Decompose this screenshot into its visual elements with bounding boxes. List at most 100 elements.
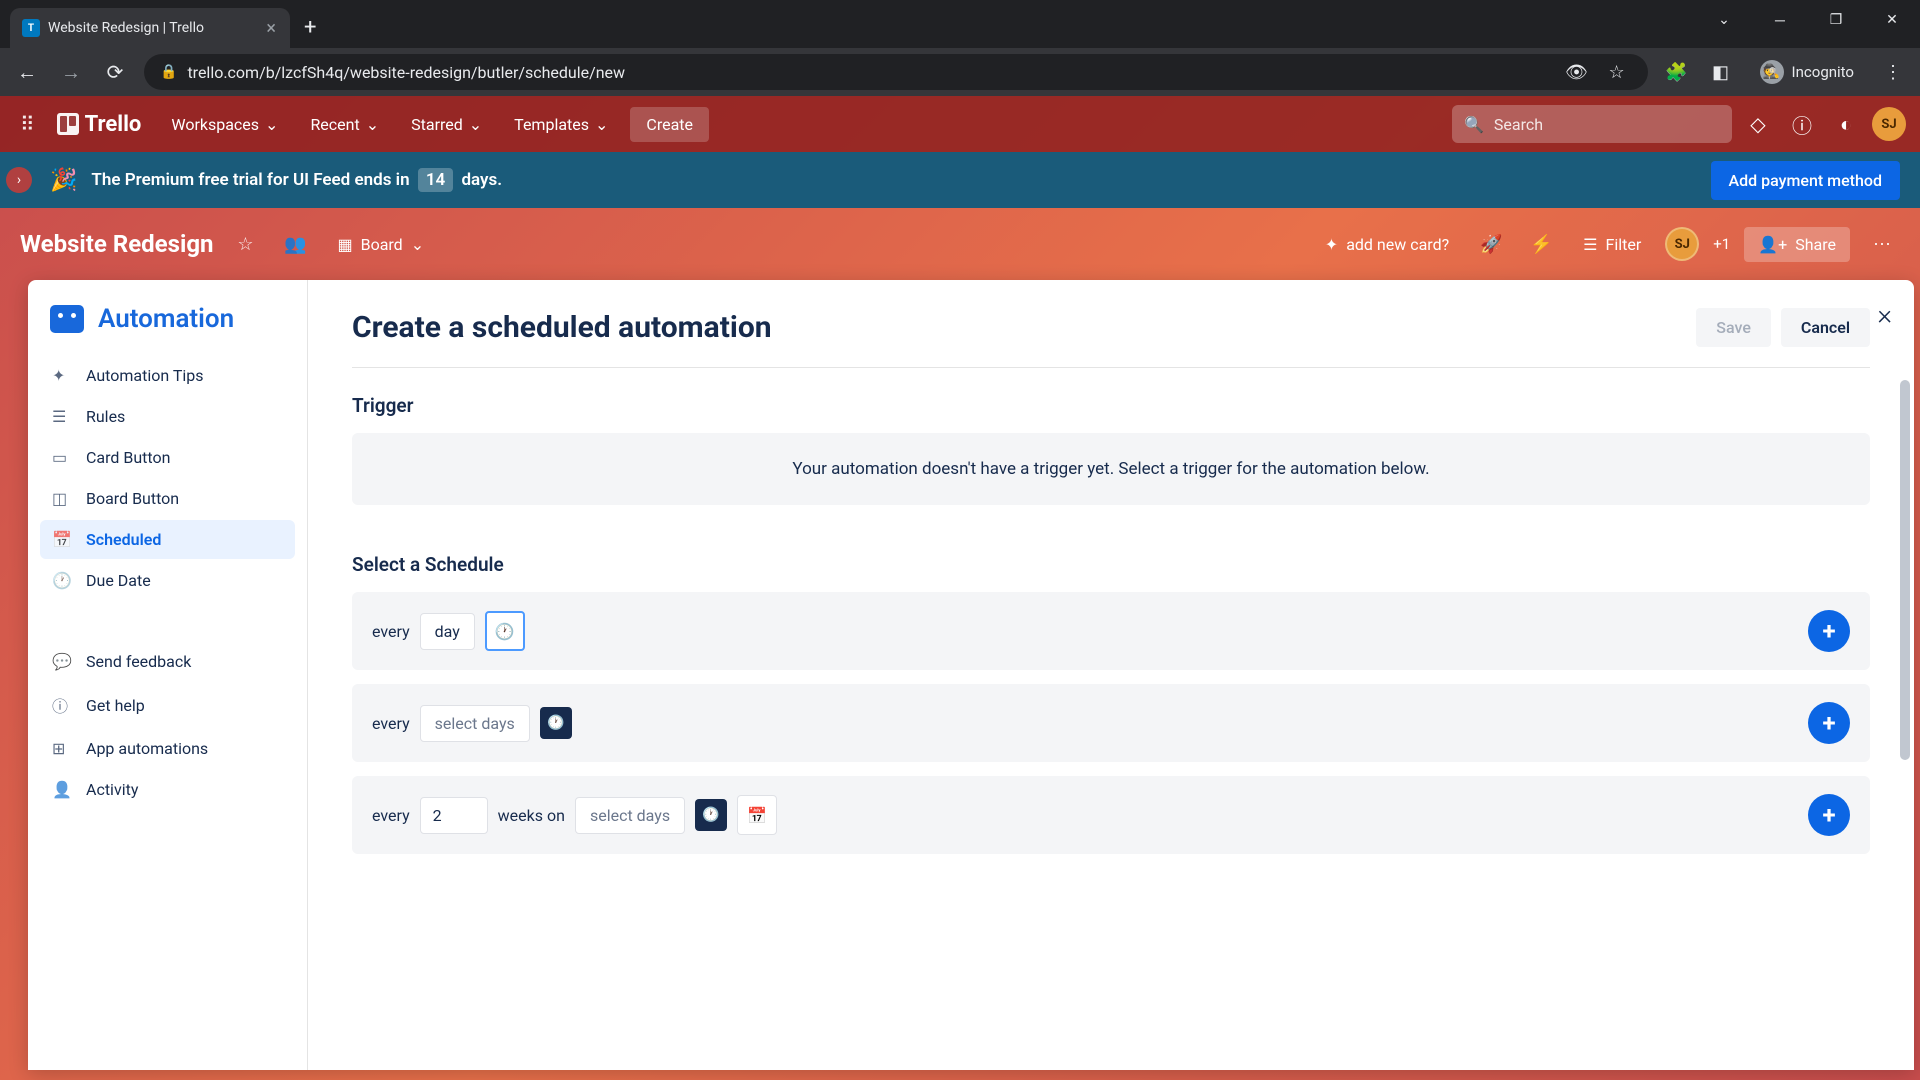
every-label: every (372, 806, 410, 825)
card-icon: ▭ (52, 448, 72, 467)
eye-off-icon[interactable]: 👁 (1562, 62, 1592, 83)
sidebar-item-card-button[interactable]: ▭Card Button (40, 438, 295, 477)
sparkle-icon: ✦ (1325, 235, 1338, 254)
time-picker-button[interactable]: 🕐 (695, 799, 727, 831)
sidebar-item-due-date[interactable]: 🕐Due Date (40, 561, 295, 600)
trello-logo-icon (57, 113, 79, 135)
time-picker-button[interactable]: 🕐 (540, 707, 572, 739)
close-window-icon[interactable]: ✕ (1864, 0, 1920, 40)
board-view-switcher[interactable]: ▦ Board ⌄ (327, 229, 434, 260)
every-label: every (372, 714, 410, 733)
trello-logo[interactable]: Trello (49, 112, 150, 137)
add-schedule-button[interactable]: + (1808, 610, 1850, 652)
sidebar-item-scheduled[interactable]: 📅Scheduled (40, 520, 295, 559)
automation-sidebar: Automation ✦Automation Tips ☰Rules ▭Card… (28, 280, 308, 1070)
calendar-picker-button[interactable]: 📅 (737, 795, 777, 835)
sidebar-item-activity[interactable]: 👤Activity (40, 770, 295, 809)
new-tab-button[interactable]: + (290, 7, 330, 48)
weeks-count-input[interactable] (420, 797, 488, 834)
add-card-hint[interactable]: ✦ add new card? (1315, 229, 1459, 260)
chevron-down-icon: ⌄ (469, 115, 482, 134)
sidebar-item-app-automations[interactable]: ⊞App automations (40, 729, 295, 768)
browser-tab[interactable]: T Website Redesign | Trello × (10, 8, 290, 48)
nav-recent[interactable]: Recent ⌄ (296, 107, 393, 142)
main-header: Create a scheduled automation Save Cance… (352, 308, 1870, 368)
nav-templates[interactable]: Templates ⌄ (500, 107, 622, 142)
sidepanel-icon[interactable]: ◧ (1706, 62, 1736, 83)
bolt-automation-icon[interactable]: ⚡ (1523, 226, 1559, 262)
weeks-on-label: weeks on (498, 806, 565, 825)
help-icon[interactable]: ⓘ (1784, 104, 1820, 145)
create-button[interactable]: Create (630, 107, 709, 142)
maximize-window-icon[interactable]: ❐ (1808, 0, 1864, 40)
back-button[interactable]: ← (12, 60, 42, 85)
minimize-window-icon[interactable]: ─ (1752, 0, 1808, 40)
nav-starred[interactable]: Starred ⌄ (397, 107, 496, 142)
sidebar-item-feedback[interactable]: 💬Send feedback (40, 642, 295, 681)
save-button[interactable]: Save (1696, 308, 1771, 347)
select-days-selector[interactable]: select days (575, 797, 685, 834)
tab-dropdown-icon[interactable]: ⌄ (1696, 0, 1752, 40)
share-button[interactable]: 👤+ Share (1744, 227, 1850, 262)
board-bar: Website Redesign ☆ 👥 ▦ Board ⌄ ✦ add new… (0, 208, 1920, 280)
rocket-icon[interactable]: 🚀 (1473, 226, 1509, 262)
account-avatar[interactable]: SJ (1872, 107, 1906, 141)
close-tab-icon[interactable]: × (264, 16, 278, 41)
add-schedule-button[interactable]: + (1808, 702, 1850, 744)
every-label: every (372, 622, 410, 641)
secure-lock-icon: 🔒 (160, 64, 177, 80)
sidebar-item-tips[interactable]: ✦Automation Tips (40, 356, 295, 395)
filter-button[interactable]: ☰ Filter (1573, 229, 1651, 260)
board-name[interactable]: Website Redesign (20, 230, 213, 258)
header-nav: Workspaces ⌄ Recent ⌄ Starred ⌄ Template… (157, 107, 622, 142)
close-panel-button[interactable]: × (1877, 298, 1892, 331)
visibility-icon[interactable]: 👥 (277, 226, 313, 262)
chevron-down-icon: ⌄ (595, 115, 608, 134)
chevron-down-icon: ⌄ (411, 235, 424, 254)
board-view-icon: ▦ (337, 235, 352, 254)
add-payment-button[interactable]: Add payment method (1711, 161, 1901, 200)
forward-button[interactable]: → (56, 60, 86, 85)
add-schedule-button[interactable]: + (1808, 794, 1850, 836)
schedule-row-daily: every day 🕐 + (352, 592, 1870, 670)
info-icon: ⓘ (52, 693, 72, 717)
sparkle-icon: ✦ (52, 366, 72, 385)
board-member-avatar[interactable]: SJ (1665, 227, 1699, 261)
reload-button[interactable]: ⟳ (100, 60, 130, 84)
extensions-icon[interactable]: 🧩 (1662, 62, 1692, 83)
day-selector[interactable]: day (420, 613, 475, 650)
star-bookmark-icon[interactable]: ☆ (1602, 62, 1632, 83)
star-board-icon[interactable]: ☆ (227, 226, 263, 262)
window-controls: ⌄ ─ ❐ ✕ (1696, 0, 1920, 40)
sidebar-item-rules[interactable]: ☰Rules (40, 397, 295, 436)
party-icon: 🎉 (50, 168, 77, 193)
trello-logo-text: Trello (85, 112, 142, 137)
theme-icon[interactable]: ◐ (1828, 106, 1864, 143)
url-bar[interactable]: 🔒 trello.com/b/lzcfSh4q/website-redesign… (144, 54, 1648, 90)
sidebar-item-help[interactable]: ⓘGet help (40, 683, 295, 727)
time-picker-button[interactable]: 🕐 (485, 611, 525, 651)
chevron-down-icon: ⌄ (265, 115, 278, 134)
schedule-row-weeks: every weeks on select days 🕐 📅 + (352, 776, 1870, 854)
app-switcher-icon[interactable]: ⠿ (14, 106, 41, 142)
scrollbar[interactable] (1900, 380, 1910, 760)
sidebar-item-board-button[interactable]: ◫Board Button (40, 479, 295, 518)
person-icon: 👤 (52, 780, 72, 799)
incognito-badge[interactable]: 🕵 Incognito (1750, 60, 1864, 84)
search-box[interactable]: 🔍 (1452, 105, 1732, 143)
tab-title: Website Redesign | Trello (48, 20, 256, 36)
cancel-button[interactable]: Cancel (1781, 308, 1870, 347)
board-menu-icon[interactable]: ⋯ (1864, 226, 1900, 262)
select-days-selector[interactable]: select days (420, 705, 530, 742)
search-input[interactable] (1494, 115, 1720, 134)
page-title: Create a scheduled automation (352, 310, 772, 345)
automation-title: Automation (40, 304, 295, 356)
trello-header: ⠿ Trello Workspaces ⌄ Recent ⌄ Starred ⌄… (0, 96, 1920, 152)
expand-sidebar-button[interactable]: › (6, 167, 32, 193)
grid-icon: ⊞ (52, 739, 72, 758)
browser-menu-icon[interactable]: ⋮ (1878, 62, 1908, 83)
nav-workspaces[interactable]: Workspaces ⌄ (157, 107, 292, 142)
automation-panel: Automation ✦Automation Tips ☰Rules ▭Card… (28, 280, 1914, 1070)
action-buttons: Save Cancel (1696, 308, 1870, 347)
notifications-icon[interactable]: ◇ (1740, 106, 1776, 142)
